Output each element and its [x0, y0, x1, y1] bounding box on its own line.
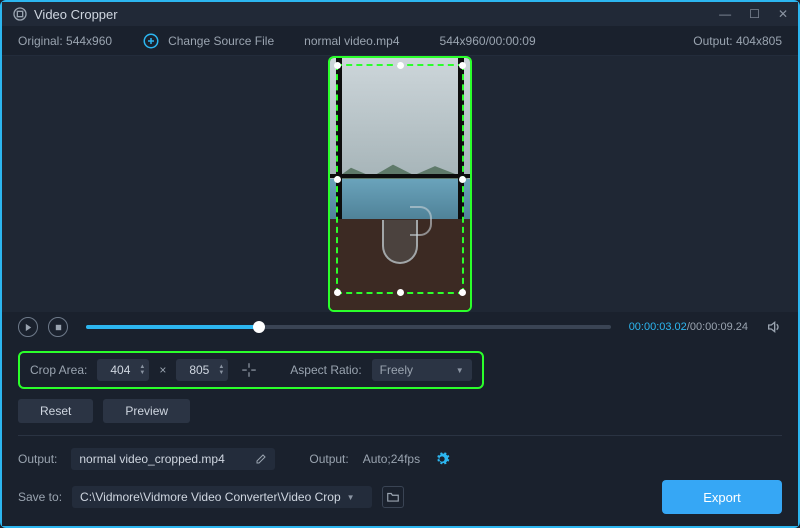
height-down[interactable]: ▼ [218, 370, 224, 376]
app-title: Video Cropper [12, 6, 719, 22]
maximize-button[interactable]: ☐ [749, 7, 760, 21]
titlebar: Video Cropper — ☐ ✕ [2, 2, 798, 26]
preview-button[interactable]: Preview [103, 399, 190, 423]
crop-handle-tl[interactable] [334, 62, 341, 69]
chevron-down-icon: ▼ [347, 493, 355, 502]
export-button[interactable]: Export [662, 480, 782, 514]
chevron-down-icon: ▼ [456, 366, 464, 375]
crop-handle-tr[interactable] [459, 62, 466, 69]
crop-controls-group: Crop Area: ▲▼ × ▲▼ Aspect Ratio: Freely … [18, 351, 484, 389]
output-settings-value: Auto;24fps [363, 452, 420, 466]
original-dimensions: Original: 544x960 [18, 34, 112, 48]
save-to-label: Save to: [18, 490, 62, 504]
seek-slider[interactable] [86, 325, 611, 329]
separator [18, 435, 782, 436]
change-source-button[interactable]: Change Source File [142, 32, 274, 50]
crop-width-field[interactable] [105, 363, 135, 377]
save-path-value: C:\Vidmore\Vidmore Video Converter\Video… [80, 490, 341, 504]
time-display: 00:00:03.02/00:00:09.24 [629, 321, 748, 333]
aspect-ratio-value: Freely [380, 363, 413, 377]
volume-icon[interactable] [766, 319, 782, 335]
crop-height-field[interactable] [184, 363, 214, 377]
crop-width-input[interactable]: ▲▼ [97, 359, 149, 381]
crop-handle-bl[interactable] [334, 289, 341, 296]
crop-selection[interactable] [336, 64, 464, 294]
crop-area-label: Crop Area: [30, 363, 87, 377]
transport-bar: 00:00:03.02/00:00:09.24 [2, 312, 798, 343]
preview-area [2, 56, 798, 312]
crop-handle-mr[interactable] [459, 176, 466, 183]
close-button[interactable]: ✕ [778, 7, 788, 21]
edit-icon[interactable] [255, 453, 267, 465]
output-row: Output: Output: Auto;24fps [18, 448, 782, 470]
total-time: 00:00:09.24 [690, 321, 748, 333]
settings-icon[interactable] [434, 451, 450, 467]
output-settings-label: Output: [309, 452, 348, 466]
source-meta: normal video.mp4 544x960/00:00:09 [304, 34, 535, 48]
aspect-ratio-select[interactable]: Freely ▼ [372, 359, 472, 381]
crop-height-input[interactable]: ▲▼ [176, 359, 228, 381]
crop-handle-bm[interactable] [397, 289, 404, 296]
minimize-button[interactable]: — [719, 7, 731, 21]
crop-handle-tm[interactable] [397, 62, 404, 69]
change-source-label: Change Source File [168, 34, 274, 48]
reset-button[interactable]: Reset [18, 399, 93, 423]
folder-icon [386, 491, 400, 503]
info-bar: Original: 544x960 Change Source File nor… [2, 26, 798, 56]
output-filename-field[interactable] [71, 448, 275, 470]
play-button[interactable] [18, 317, 38, 337]
video-frame[interactable] [328, 56, 472, 312]
times-icon: × [159, 363, 166, 377]
aspect-ratio-label: Aspect Ratio: [290, 363, 361, 377]
source-dimensions-duration: 544x960/00:00:09 [440, 34, 536, 48]
source-filename: normal video.mp4 [304, 34, 399, 48]
center-icon [240, 361, 258, 379]
controls-panel: Crop Area: ▲▼ × ▲▼ Aspect Ratio: Freely … [2, 343, 798, 526]
app-icon [12, 6, 28, 22]
seek-knob[interactable] [253, 321, 265, 333]
center-crop-button[interactable] [238, 359, 260, 381]
save-path-select[interactable]: C:\Vidmore\Vidmore Video Converter\Video… [72, 486, 372, 508]
crop-handle-br[interactable] [459, 289, 466, 296]
output-dimensions: Output: 404x805 [693, 34, 782, 48]
plus-circle-icon [142, 32, 160, 50]
save-row: Save to: C:\Vidmore\Vidmore Video Conver… [18, 480, 782, 514]
app-title-text: Video Cropper [34, 7, 118, 22]
stop-button[interactable] [48, 317, 68, 337]
open-folder-button[interactable] [382, 486, 404, 508]
output-filename-input[interactable] [79, 452, 249, 466]
width-down[interactable]: ▼ [139, 370, 145, 376]
current-time: 00:00:03.02 [629, 321, 687, 333]
output-file-label: Output: [18, 452, 57, 466]
crop-handle-ml[interactable] [334, 176, 341, 183]
